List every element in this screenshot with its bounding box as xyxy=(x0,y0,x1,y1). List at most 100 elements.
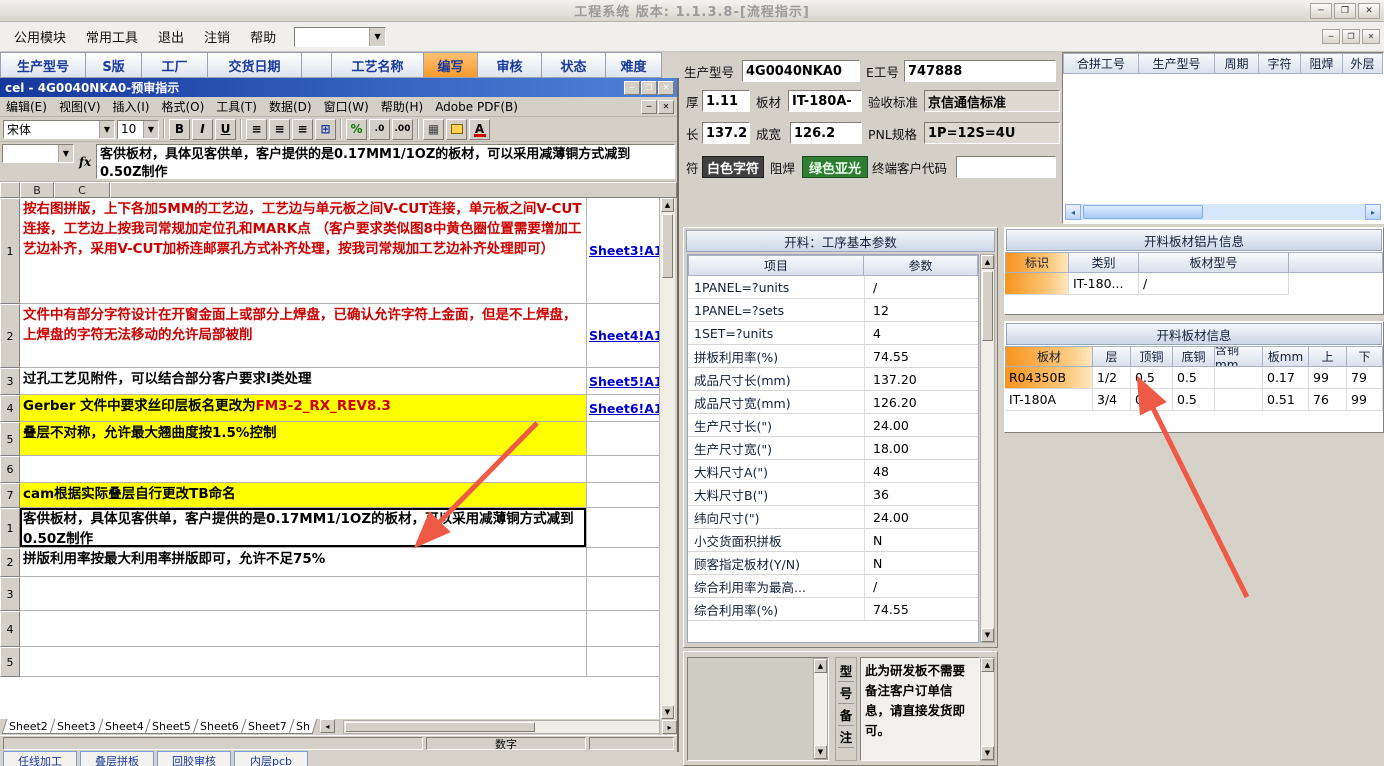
cell-text[interactable]: 按右图拼版，上下各加5MM的工艺边，工艺边与单元板之间V-CUT连接，单元板之间… xyxy=(20,198,587,304)
scroll-up-icon[interactable]: ▲ xyxy=(661,198,674,212)
row-number[interactable]: 3 xyxy=(0,368,20,395)
sheet-link-cell[interactable] xyxy=(587,548,659,577)
join-col-outer[interactable]: 外层 xyxy=(1343,53,1383,74)
doc-minimize-icon[interactable]: ─ xyxy=(641,99,657,114)
menu-help[interactable]: 帮助 xyxy=(240,23,286,50)
scroll-right-icon[interactable]: ▸ xyxy=(1365,204,1381,220)
param-row[interactable]: 成品尺寸宽(mm) 126.20 xyxy=(688,391,978,414)
param-row[interactable]: 大料尺寸A(") 48 xyxy=(688,460,978,483)
boards-col-boardmm[interactable]: 板mm xyxy=(1263,346,1309,367)
scroll-left-icon[interactable]: ◂ xyxy=(1065,204,1081,220)
row-number[interactable]: 2 xyxy=(0,304,20,368)
column-header-c[interactable]: C xyxy=(54,182,110,198)
maximize-icon[interactable]: ❐ xyxy=(641,80,657,95)
tab-scroll-left-icon[interactable]: ◂ xyxy=(319,719,335,733)
param-row[interactable]: 小交货面积拼板 N xyxy=(688,529,978,552)
scroll-down-icon[interactable]: ▼ xyxy=(981,746,994,760)
join-col-mask[interactable]: 阻焊 xyxy=(1301,53,1343,74)
tab-sheet4[interactable]: Sheet4 xyxy=(97,719,151,734)
bottom-tab[interactable]: 叠层拼板 xyxy=(80,751,154,766)
pnl-field[interactable]: 1P=12S=4U xyxy=(924,122,1060,144)
formula-input[interactable]: 客供板材，具体见客供单，客户提供的是0.17MM1/1OZ的板材，可以采用减薄铜… xyxy=(96,144,675,179)
menu-common-tools[interactable]: 常用工具 xyxy=(76,23,148,50)
sheet-link-cell[interactable] xyxy=(587,456,659,483)
menu-public-modules[interactable]: 公用模块 xyxy=(4,23,76,50)
row-number[interactable]: 7 xyxy=(0,483,20,508)
join-col-cycle[interactable]: 周期 xyxy=(1215,53,1259,74)
row-number[interactable]: 5 xyxy=(0,422,20,456)
minimize-icon[interactable]: ─ xyxy=(1310,3,1332,19)
cell-text[interactable] xyxy=(20,456,587,483)
chevron-down-icon[interactable]: ▼ xyxy=(143,120,158,138)
sheet-link-cell[interactable] xyxy=(587,577,659,611)
length-field[interactable]: 137.2 xyxy=(702,122,750,144)
row-number[interactable]: 2 xyxy=(0,548,20,577)
select-all-corner[interactable] xyxy=(0,182,20,198)
menu-adobe-pdf[interactable]: Adobe PDF(B) xyxy=(429,98,524,116)
menu-format[interactable]: 格式(O) xyxy=(155,96,210,117)
font-color-icon[interactable]: A xyxy=(469,118,490,140)
sheet-link-cell[interactable]: Sheet5!A1 xyxy=(587,368,659,395)
menu-insert[interactable]: 插入(I) xyxy=(107,96,156,117)
column-header-b[interactable]: B xyxy=(20,182,54,198)
mdi-restore-icon[interactable]: ❐ xyxy=(1342,29,1360,44)
material-field[interactable]: IT-180A- xyxy=(788,90,862,112)
sheet-link-cell[interactable] xyxy=(587,611,659,647)
boards-col-material[interactable]: 板材 xyxy=(1005,346,1093,367)
sheet-link-cell[interactable] xyxy=(587,422,659,456)
sheet-link-cell[interactable] xyxy=(587,483,659,508)
merge-center-icon[interactable]: ⊞ xyxy=(315,118,336,140)
cell-text[interactable]: 过孔工艺见附件，可以结合部分客户要求I类处理 xyxy=(20,368,587,395)
align-right-icon[interactable]: ≡ xyxy=(292,118,313,140)
menu-logout[interactable]: 注销 xyxy=(194,23,240,50)
scroll-thumb[interactable] xyxy=(982,271,993,341)
param-row[interactable]: 纬向尺寸(") 24.00 xyxy=(688,506,978,529)
sheet-link-cell[interactable] xyxy=(587,647,659,677)
alum-row[interactable]: IT-180... / xyxy=(1005,273,1383,295)
param-row[interactable]: 1PANEL=?units / xyxy=(688,276,978,299)
tab-scroll-right-icon[interactable]: ▸ xyxy=(662,720,677,734)
param-row[interactable]: 顾客指定板材(Y/N) N xyxy=(688,552,978,575)
param-row[interactable]: 生产尺寸宽(") 18.00 xyxy=(688,437,978,460)
sheet-link-cell[interactable]: Sheet6!A1 xyxy=(587,395,659,422)
column-header-rest[interactable] xyxy=(110,182,677,198)
borders-icon[interactable]: ▦ xyxy=(423,118,444,140)
chevron-down-icon[interactable]: ▼ xyxy=(99,120,114,138)
row-number[interactable]: 6 xyxy=(0,456,20,483)
tab-sheet7[interactable]: Sheet7 xyxy=(240,719,295,734)
increase-decimal-icon[interactable]: .0 xyxy=(369,118,390,140)
param-row[interactable]: 综合利用率(%) 74.55 xyxy=(688,598,978,621)
boards-col-up[interactable]: 上 xyxy=(1309,346,1347,367)
boards-col-topcopper[interactable]: 顶铜 xyxy=(1131,346,1173,367)
mdi-close-icon[interactable]: ✕ xyxy=(1362,29,1380,44)
italic-button[interactable]: I xyxy=(192,118,213,140)
tab-sheet8-partial[interactable]: Sh xyxy=(288,719,318,734)
menu-window[interactable]: 窗口(W) xyxy=(318,96,375,117)
scroll-up-icon[interactable]: ▲ xyxy=(981,255,994,269)
thickness-field[interactable]: 1.11 xyxy=(702,90,750,112)
bold-button[interactable]: B xyxy=(169,118,190,140)
menu-exit[interactable]: 退出 xyxy=(148,23,194,50)
cell-text[interactable]: 拼版利用率按最大利用率拼版即可，允许不足75% xyxy=(20,548,587,577)
align-left-icon[interactable]: ≡ xyxy=(246,118,267,140)
row-number[interactable]: 1 xyxy=(0,508,20,548)
note-scrollbar[interactable]: ▲ ▼ xyxy=(980,657,995,761)
bottom-tab[interactable]: 回胶审核 xyxy=(157,751,231,766)
minimize-icon[interactable]: ─ xyxy=(624,80,640,95)
chevron-down-icon[interactable]: ▼ xyxy=(369,27,386,46)
menu-help[interactable]: 帮助(H) xyxy=(375,96,429,117)
bottom-tab[interactable]: 内层pcb xyxy=(234,751,308,766)
boards-col-coppermm[interactable]: 含铜mm xyxy=(1215,346,1263,367)
mdi-minimize-icon[interactable]: ─ xyxy=(1322,29,1340,44)
cell-text[interactable]: 文件中有部分字符设计在开窗金面上或部分上焊盘，已确认允许字符上金面，但是不上焊盘… xyxy=(20,304,587,368)
excel-titlebar[interactable]: cel - 4G0040NKA0-预审指示 ─ ❐ ✕ xyxy=(0,78,677,97)
menu-tools[interactable]: 工具(T) xyxy=(210,96,263,117)
row-number[interactable]: 4 xyxy=(0,611,20,647)
row-number[interactable]: 4 xyxy=(0,395,20,422)
cell-text[interactable] xyxy=(20,647,587,677)
bottom-tab[interactable]: 任线加工 xyxy=(3,751,77,766)
scroll-thumb[interactable] xyxy=(1083,205,1203,219)
menu-view[interactable]: 视图(V) xyxy=(53,96,107,117)
scroll-thumb[interactable] xyxy=(344,722,535,732)
param-row[interactable]: 生产尺寸长(") 24.00 xyxy=(688,414,978,437)
